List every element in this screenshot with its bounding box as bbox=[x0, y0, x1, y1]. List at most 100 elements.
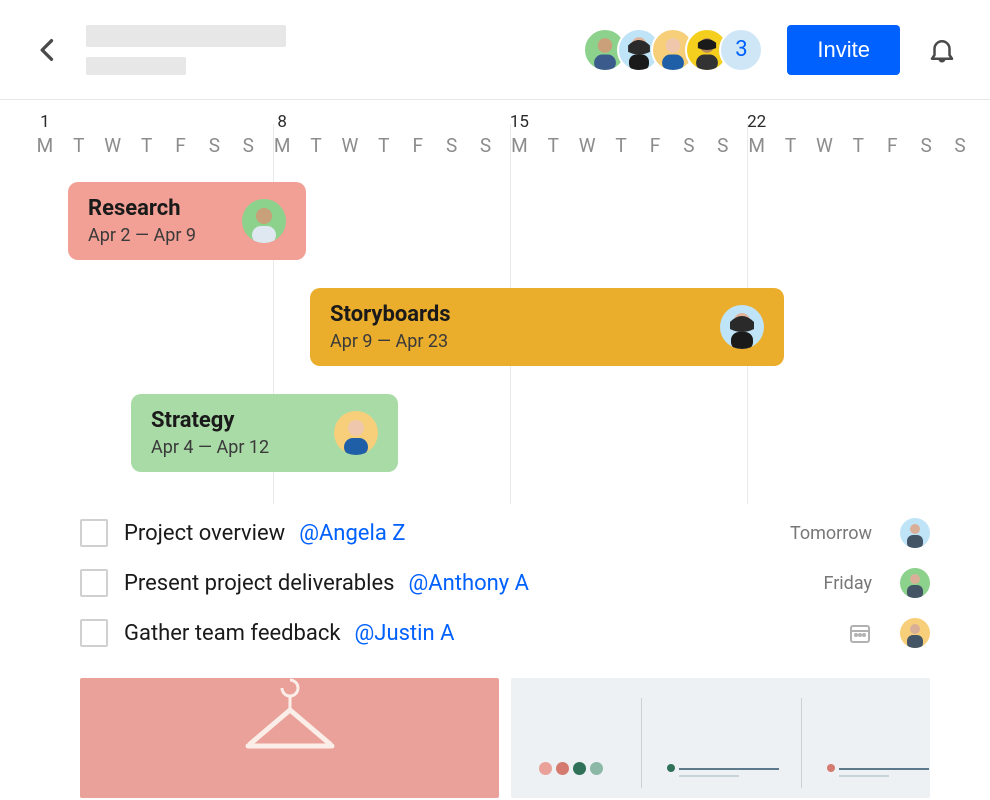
chart-line bbox=[679, 775, 739, 777]
gantt-bar-storyboards[interactable]: Storyboards Apr 9 — Apr 23 bbox=[310, 288, 784, 366]
gantt-assignee-avatar[interactable] bbox=[334, 411, 378, 455]
timeline-day-letter: F bbox=[638, 134, 672, 157]
attachments-row bbox=[0, 658, 990, 798]
timeline: 1MTWTFSS8MTWTFSS15MTWTFSS22MTWTFSS Resea… bbox=[0, 100, 990, 504]
timeline-day-letter: W bbox=[807, 134, 841, 157]
attachment-image[interactable] bbox=[80, 678, 499, 798]
timeline-day: W bbox=[570, 112, 604, 162]
timeline-day: S bbox=[909, 112, 943, 162]
task-text: Project overview @Angela Z bbox=[124, 521, 774, 546]
chart-divider bbox=[801, 698, 802, 788]
timeline-day-number bbox=[231, 112, 265, 134]
avatar-more-count[interactable]: 3 bbox=[719, 28, 763, 72]
timeline-day-number bbox=[604, 112, 638, 134]
timeline-day-number bbox=[435, 112, 469, 134]
timeline-day-letter: W bbox=[570, 134, 604, 157]
task-title: Gather team feedback bbox=[124, 621, 341, 646]
timeline-day-number bbox=[807, 112, 841, 134]
timeline-day-number bbox=[401, 112, 435, 134]
timeline-day-letter: T bbox=[130, 134, 164, 157]
timeline-day-letter: S bbox=[469, 134, 503, 157]
chart-divider bbox=[641, 698, 642, 788]
task-list: Project overview@Angela ZTomorrowPresent… bbox=[0, 508, 990, 658]
chart-legend-dot bbox=[590, 762, 603, 775]
gantt-dates: Apr 4 — Apr 12 bbox=[151, 437, 334, 458]
timeline-day-number: 22 bbox=[740, 112, 774, 134]
title-skeleton-line bbox=[86, 25, 286, 47]
chart-legend-dot bbox=[556, 762, 569, 775]
timeline-day: S bbox=[435, 112, 469, 162]
timeline-day-letter: T bbox=[841, 134, 875, 157]
timeline-day-number: 8 bbox=[265, 112, 299, 134]
invite-button[interactable]: Invite bbox=[787, 25, 900, 75]
timeline-day: S bbox=[197, 112, 231, 162]
gantt-title: Research bbox=[88, 196, 242, 221]
gantt-area: Research Apr 2 — Apr 9 Storyboards Apr 9… bbox=[0, 174, 990, 504]
timeline-day-number bbox=[875, 112, 909, 134]
timeline-day-number bbox=[774, 112, 808, 134]
task-checkbox[interactable] bbox=[80, 569, 108, 597]
timeline-day-letter: W bbox=[96, 134, 130, 157]
chart-legend-dot bbox=[573, 762, 586, 775]
task-assignee-avatar[interactable] bbox=[900, 618, 930, 648]
task-assignee-avatar[interactable] bbox=[900, 518, 930, 548]
task-title: Present project deliverables bbox=[124, 571, 395, 596]
timeline-day-letter: T bbox=[367, 134, 401, 157]
task-mention[interactable]: @Justin A bbox=[355, 621, 455, 646]
timeline-day: F bbox=[875, 112, 909, 162]
task-checkbox[interactable] bbox=[80, 519, 108, 547]
timeline-day: 8M bbox=[265, 112, 299, 162]
timeline-day-letter: T bbox=[299, 134, 333, 157]
task-mention[interactable]: @Anthony A bbox=[409, 571, 529, 596]
timeline-day-number bbox=[96, 112, 130, 134]
task-checkbox[interactable] bbox=[80, 619, 108, 647]
header-bar: 3 Invite bbox=[0, 0, 990, 100]
timeline-day: 22M bbox=[740, 112, 774, 162]
timeline-day-number bbox=[909, 112, 943, 134]
timeline-day: W bbox=[96, 112, 130, 162]
gantt-bar-research[interactable]: Research Apr 2 — Apr 9 bbox=[68, 182, 306, 260]
timeline-day: 15M bbox=[502, 112, 536, 162]
timeline-day: W bbox=[333, 112, 367, 162]
chart-legend-dots bbox=[539, 762, 603, 775]
timeline-day: S bbox=[672, 112, 706, 162]
chart-line bbox=[839, 768, 929, 770]
gantt-bar-strategy[interactable]: Strategy Apr 4 — Apr 12 bbox=[131, 394, 398, 472]
timeline-day-letter: T bbox=[62, 134, 96, 157]
task-assignee-avatar[interactable] bbox=[900, 568, 930, 598]
chart-point bbox=[667, 764, 675, 772]
calendar-icon[interactable] bbox=[848, 621, 872, 645]
timeline-day-number bbox=[299, 112, 333, 134]
chart-line bbox=[839, 775, 889, 777]
timeline-day-letter: S bbox=[672, 134, 706, 157]
timeline-day-number bbox=[638, 112, 672, 134]
timeline-day-number bbox=[672, 112, 706, 134]
timeline-day: T bbox=[367, 112, 401, 162]
gantt-assignee-avatar[interactable] bbox=[242, 199, 286, 243]
task-mention[interactable]: @Angela Z bbox=[299, 521, 405, 546]
timeline-day: T bbox=[774, 112, 808, 162]
task-due: Friday bbox=[823, 573, 872, 594]
notifications-button[interactable] bbox=[922, 30, 962, 70]
collaborator-avatars: 3 bbox=[583, 28, 763, 72]
timeline-day: W bbox=[807, 112, 841, 162]
timeline-day: 1M bbox=[28, 112, 62, 162]
back-button[interactable] bbox=[28, 30, 68, 70]
timeline-day-letter: T bbox=[774, 134, 808, 157]
attachment-chart[interactable] bbox=[511, 678, 930, 798]
timeline-day-number: 1 bbox=[28, 112, 62, 134]
timeline-day-number bbox=[197, 112, 231, 134]
chart-point bbox=[827, 764, 835, 772]
timeline-day-letter: S bbox=[435, 134, 469, 157]
chart-legend-dot bbox=[539, 762, 552, 775]
timeline-day: S bbox=[943, 112, 977, 162]
task-row: Gather team feedback @Justin A bbox=[80, 608, 930, 658]
timeline-day-letter: S bbox=[197, 134, 231, 157]
gantt-assignee-avatar[interactable] bbox=[720, 305, 764, 349]
task-row: Project overview@Angela ZTomorrow bbox=[80, 508, 930, 558]
task-title: Project overview bbox=[124, 521, 285, 546]
title-placeholder bbox=[86, 25, 286, 75]
timeline-day: F bbox=[401, 112, 435, 162]
timeline-day-letter: M bbox=[265, 134, 299, 157]
timeline-day-number bbox=[841, 112, 875, 134]
